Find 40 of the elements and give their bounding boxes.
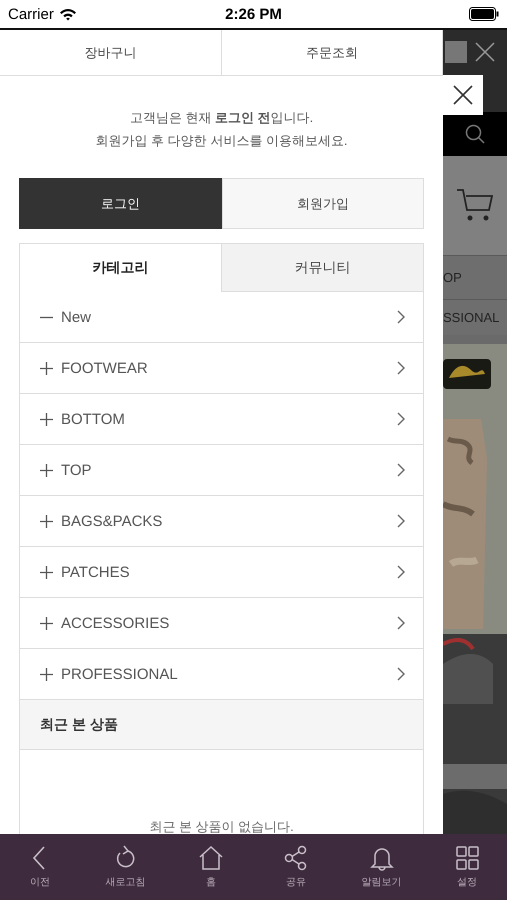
- close-icon: [475, 42, 495, 62]
- chevron-right-icon: [397, 310, 405, 324]
- toolbar-button[interactable]: 홈: [174, 834, 247, 900]
- chevron-right-icon: [397, 616, 405, 630]
- home-icon: [196, 845, 225, 871]
- chevron-right-icon: [397, 361, 405, 375]
- chevron-right-icon: [397, 667, 405, 681]
- chevron-right-icon: [397, 514, 405, 528]
- category-item[interactable]: TOP: [20, 445, 423, 496]
- toolbar-button[interactable]: 알림보기: [346, 834, 418, 900]
- category-item[interactable]: BAGS&PACKS: [20, 496, 423, 547]
- chevron-right-icon: [397, 412, 405, 426]
- recent-title: 최근 본 상품: [40, 716, 118, 734]
- toolbar-button[interactable]: 공유: [260, 834, 332, 900]
- close-button[interactable]: [443, 75, 483, 115]
- login-notice: 회원가입 후 다양한 서비스를 이용해보세요.: [94, 132, 349, 150]
- menu-tab[interactable]: 커뮤니티: [221, 244, 423, 292]
- toolbar-button[interactable]: 설정: [430, 834, 503, 900]
- category-item[interactable]: ACCESSORIES: [20, 598, 423, 649]
- toolbar-button[interactable]: 새로고침: [89, 834, 162, 900]
- top-link[interactable]: 장바구니: [0, 30, 222, 75]
- battery-icon: [469, 7, 499, 21]
- toolbar-button[interactable]: 이전: [4, 834, 76, 900]
- wifi-icon: [58, 8, 77, 20]
- login-notice: 고객님은 현재 로그인 전입니다.: [128, 109, 314, 127]
- category-item[interactable]: FOOTWEAR: [20, 343, 423, 394]
- cart-icon: [456, 188, 494, 222]
- carrier-name: Carrier: [8, 6, 54, 22]
- close-icon: [453, 85, 473, 105]
- square-icon: [445, 40, 467, 63]
- empty-message: 최근 본 상품이 없습니다.: [149, 818, 294, 834]
- chevron-right-icon: [397, 565, 405, 579]
- category-item[interactable]: BOTTOM: [20, 394, 423, 445]
- chevron-right-icon: [397, 463, 405, 477]
- category-item[interactable]: PATCHES: [20, 547, 423, 598]
- category-item[interactable]: New: [20, 292, 423, 343]
- search-icon: [465, 124, 485, 144]
- signup-button[interactable]: 회원가입: [222, 178, 424, 229]
- status-time: 2:26 PM: [224, 6, 283, 22]
- login-button[interactable]: 로그인: [19, 178, 222, 229]
